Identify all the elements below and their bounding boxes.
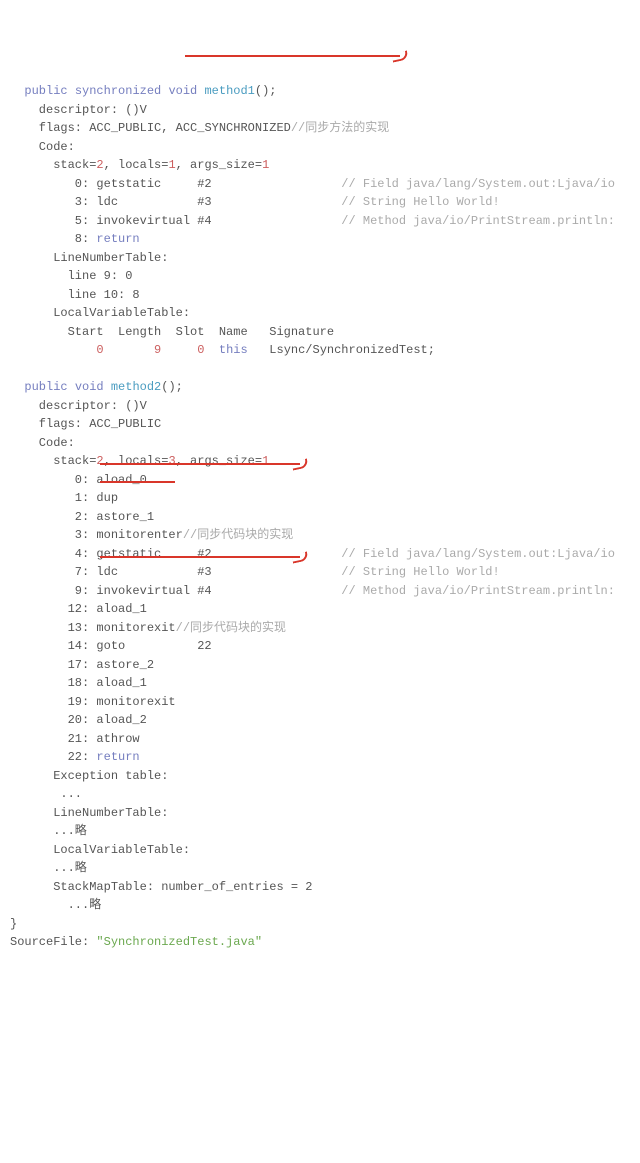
line: 20: aload_2 xyxy=(10,713,147,727)
line: 21: athrow xyxy=(10,732,140,746)
line: 13: monitorexit//同步代码块的实现 xyxy=(10,621,286,635)
line: 0: getstatic #2 // Field java/lang/Syste… xyxy=(10,177,615,191)
line: 0 9 0 this Lsync/SynchronizedTest; xyxy=(10,343,435,357)
line: 8: return xyxy=(10,232,140,246)
line: LineNumberTable: xyxy=(10,806,168,820)
line: ... xyxy=(10,787,82,801)
line: LineNumberTable: xyxy=(10,251,168,265)
line: StackMapTable: number_of_entries = 2 xyxy=(10,880,312,894)
line: stack=2, locals=3, args_size=1 xyxy=(10,454,269,468)
line: descriptor: ()V xyxy=(10,399,147,413)
code-block: public synchronized void method1(); desc… xyxy=(10,82,630,952)
line: line 9: 0 xyxy=(10,269,132,283)
line: public synchronized void method1(); xyxy=(10,84,277,98)
line: 22: return xyxy=(10,750,140,764)
line: 0: aload_0 xyxy=(10,473,147,487)
line: ...略 xyxy=(10,824,87,838)
line: ...略 xyxy=(10,861,87,875)
line: line 10: 8 xyxy=(10,288,140,302)
line: LocalVariableTable: xyxy=(10,843,190,857)
line: stack=2, locals=1, args_size=1 xyxy=(10,158,269,172)
line: 1: dup xyxy=(10,491,118,505)
line: 4: getstatic #2 // Field java/lang/Syste… xyxy=(10,547,615,561)
line: descriptor: ()V xyxy=(10,103,147,117)
line: ...略 xyxy=(10,898,101,912)
line: 2: astore_1 xyxy=(10,510,154,524)
line: 17: astore_2 xyxy=(10,658,154,672)
line: 12: aload_1 xyxy=(10,602,147,616)
line: } xyxy=(10,917,17,931)
line: 3: monitorenter//同步代码块的实现 xyxy=(10,528,293,542)
line: flags: ACC_PUBLIC xyxy=(10,417,161,431)
line: Code: xyxy=(10,436,75,450)
line: 18: aload_1 xyxy=(10,676,147,690)
line: SourceFile: "SynchronizedTest.java" xyxy=(10,935,262,949)
line: Code: xyxy=(10,140,75,154)
line: 7: ldc #3 // String Hello World! xyxy=(10,565,500,579)
line: Start Length Slot Name Signature xyxy=(10,325,334,339)
line: Exception table: xyxy=(10,769,168,783)
annotation-underline-acc-synchronized xyxy=(185,55,400,57)
line: 19: monitorexit xyxy=(10,695,176,709)
line: 9: invokevirtual #4 // Method java/io/Pr… xyxy=(10,584,615,598)
line: public void method2(); xyxy=(10,380,183,394)
line: 14: goto 22 xyxy=(10,639,212,653)
line: LocalVariableTable: xyxy=(10,306,190,320)
line: 3: ldc #3 // String Hello World! xyxy=(10,195,500,209)
flags-line: flags: ACC_PUBLIC, ACC_SYNCHRONIZED//同步方… xyxy=(10,121,389,135)
line: 5: invokevirtual #4 // Method java/io/Pr… xyxy=(10,214,615,228)
